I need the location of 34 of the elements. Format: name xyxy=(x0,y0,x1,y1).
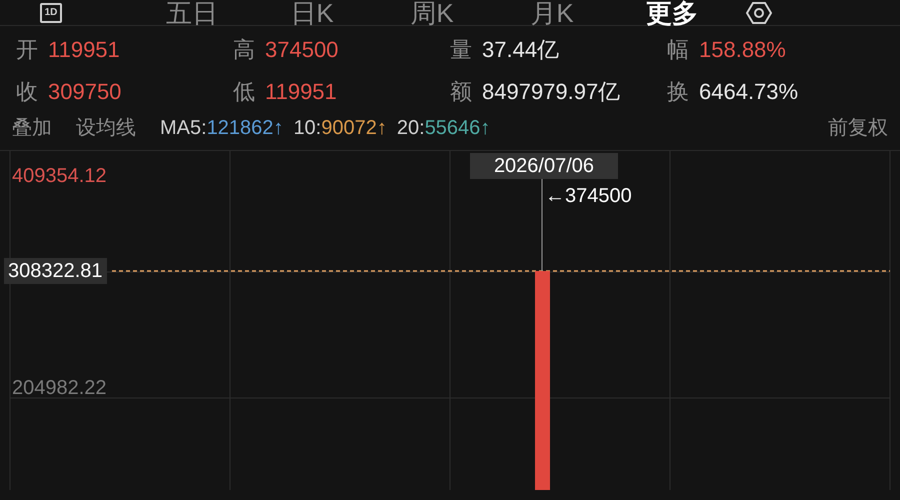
toolbar-button[interactable]: 设均线 xyxy=(76,113,136,143)
period-tab[interactable]: 周K xyxy=(372,0,492,26)
period-tab[interactable]: 月K xyxy=(492,0,612,26)
stat-label: 低 xyxy=(233,78,255,106)
moving-average-reading: MA5:121862↑ xyxy=(160,116,284,141)
price-axis-label: 204982.22 xyxy=(12,376,107,401)
stat-value: 374500 xyxy=(265,36,338,64)
stat-value: 158.88% xyxy=(699,36,786,64)
stat-label: 量 xyxy=(450,36,472,64)
stat-value: 309750 xyxy=(48,78,122,106)
period-tab[interactable]: 日K xyxy=(252,0,372,26)
moving-average-reading: 20:55646↑ xyxy=(396,116,490,141)
crosshair-value: ←374500 xyxy=(545,184,632,209)
adjustment-button[interactable]: 前复权 xyxy=(828,113,888,143)
period-button[interactable]: 1D xyxy=(40,2,62,22)
stat-label: 开 xyxy=(16,36,38,64)
current-price-label: 308322.81 xyxy=(4,258,107,284)
price-axis-label: 409354.12 xyxy=(12,164,107,189)
date-label: 2026/07/06 xyxy=(470,153,618,179)
moving-average-reading: 10:90072↑ xyxy=(293,116,387,141)
stat-label: 额 xyxy=(450,78,472,106)
stat-value: 8497979.97亿 xyxy=(482,78,620,106)
stat-value: 37.44亿 xyxy=(482,36,560,64)
stat-label: 幅 xyxy=(667,36,689,64)
stat-value: 119951 xyxy=(48,36,120,64)
settings-icon[interactable] xyxy=(746,0,772,24)
stat-label: 高 xyxy=(233,36,255,64)
period-tab[interactable]: 五日 xyxy=(132,0,252,26)
period-tab[interactable]: 更多 xyxy=(612,0,732,26)
stat-value: 119951 xyxy=(265,78,337,106)
stat-label: 换 xyxy=(667,78,689,106)
stat-label: 收 xyxy=(16,78,38,106)
stat-value: 6464.73% xyxy=(699,78,798,106)
toolbar-button[interactable]: 叠加 xyxy=(12,113,52,143)
